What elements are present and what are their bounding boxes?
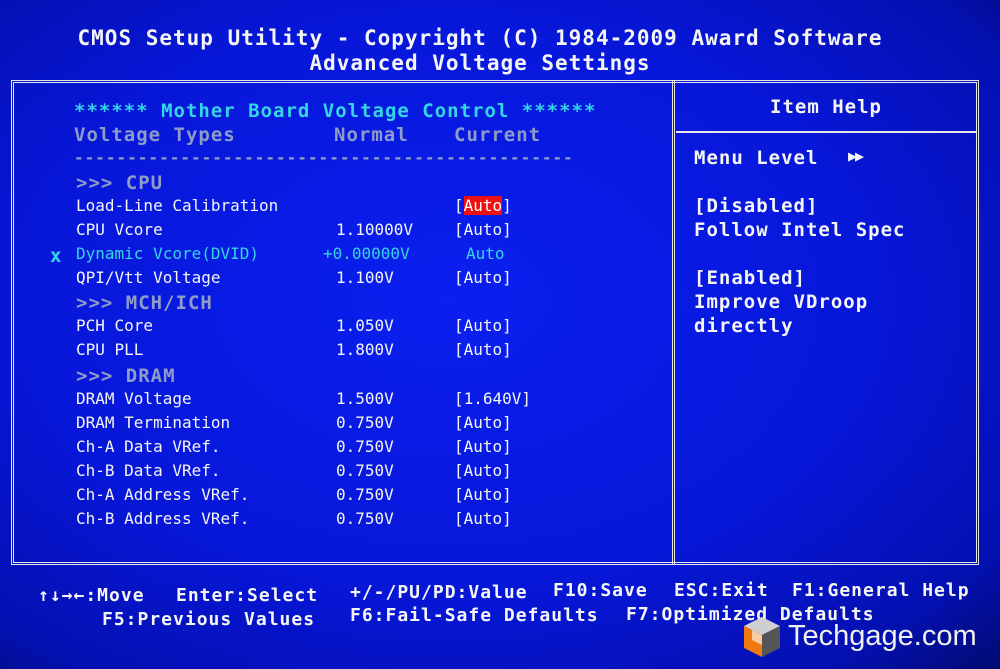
watermark-text: Techgage.com — [788, 620, 977, 652]
setting-value-selected[interactable]: [Auto] — [454, 196, 512, 215]
setting-row-dram-voltage[interactable]: DRAM Voltage 1.500V [1.640V] — [76, 389, 636, 413]
setting-label: DRAM Termination — [76, 413, 231, 432]
normal-value: 0.750V — [336, 413, 394, 432]
current-value[interactable]: [Auto] — [454, 316, 512, 335]
setting-row-cha-data-vref[interactable]: Ch-A Data VRef. 0.750V [Auto] — [76, 437, 636, 461]
setting-label: CPU Vcore — [76, 220, 163, 239]
normal-value: 0.750V — [336, 509, 394, 528]
help-enabled-desc: Improve VDroop — [694, 291, 869, 313]
help-enabled-desc-cont: directly — [694, 315, 794, 337]
setting-row-cpu-vcore[interactable]: CPU Vcore 1.10000V [Auto] — [76, 220, 636, 244]
hint-f5-previous: F5:Previous Values — [102, 609, 316, 630]
menu-level-label: Menu Level — [694, 147, 819, 169]
setting-label: Ch-A Address VRef. — [76, 485, 250, 504]
hint-esc-exit: ESC:Exit — [674, 580, 769, 601]
setting-row-chb-address-vref[interactable]: Ch-B Address VRef. 0.750V [Auto] — [76, 509, 636, 533]
column-voltage-types: Voltage Types — [74, 124, 236, 146]
panel-divider — [672, 80, 677, 565]
window-title: CMOS Setup Utility - Copyright (C) 1984-… — [77, 26, 883, 50]
current-value[interactable]: [Auto] — [454, 485, 512, 504]
current-value[interactable]: [Auto] — [454, 509, 512, 528]
group-mch-ich: >>> MCH/ICH — [76, 292, 213, 314]
setting-row-dram-termination[interactable]: DRAM Termination 0.750V [Auto] — [76, 413, 636, 437]
column-normal: Normal — [334, 124, 409, 146]
help-title: Item Help — [770, 96, 882, 118]
setting-label: Ch-B Data VRef. — [76, 461, 221, 480]
hint-f6-failsafe: F6:Fail-Safe Defaults — [350, 605, 599, 626]
current-value[interactable]: [Auto] — [454, 437, 512, 456]
column-separator: ----------------------------------------… — [74, 148, 574, 167]
help-disabled-desc: Follow Intel Spec — [694, 219, 906, 241]
normal-value: 0.750V — [336, 437, 394, 456]
help-separator — [676, 131, 976, 133]
setting-label: PCH Core — [76, 316, 154, 335]
setting-row-cpu-pll[interactable]: CPU PLL 1.800V [Auto] — [76, 340, 636, 364]
section-title: ****** Mother Board Voltage Control ****… — [74, 100, 597, 122]
hint-enter: Enter:Select — [176, 585, 319, 606]
hint-f10-save: F10:Save — [553, 580, 648, 601]
setting-row-pch-core[interactable]: PCH Core 1.050V [Auto] — [76, 316, 636, 340]
watermark-logo: Techgage.com — [742, 615, 992, 661]
current-value[interactable]: [1.640V] — [454, 389, 531, 408]
setting-label: CPU PLL — [76, 340, 144, 359]
setting-row-cha-address-vref[interactable]: Ch-A Address VRef. 0.750V [Auto] — [76, 485, 636, 509]
disabled-marker: x — [50, 245, 62, 267]
normal-value: 1.800V — [336, 340, 394, 359]
current-value: Auto — [466, 244, 505, 263]
hint-value: +/-/PU/PD:Value — [350, 582, 528, 603]
group-cpu: >>> CPU — [76, 172, 164, 194]
current-value[interactable]: [Auto] — [454, 413, 512, 432]
setting-label: QPI/Vtt Voltage — [76, 268, 221, 287]
hint-move: ↑↓→←:Move — [38, 585, 145, 606]
help-enabled: [Enabled] — [694, 267, 806, 289]
normal-value: 1.500V — [336, 389, 394, 408]
setting-label: Ch-B Address VRef. — [76, 509, 250, 528]
column-current: Current — [454, 124, 542, 146]
current-value[interactable]: [Auto] — [454, 340, 512, 359]
normal-value: 1.100V — [336, 268, 394, 287]
bios-screen: CMOS Setup Utility - Copyright (C) 1984-… — [0, 0, 1000, 669]
setting-label: Dynamic Vcore(DVID) — [76, 244, 260, 263]
hint-f1-help: F1:General Help — [792, 580, 970, 601]
setting-label: Load-Line Calibration — [76, 196, 279, 215]
normal-value: 1.050V — [336, 316, 394, 335]
current-value[interactable]: [Auto] — [454, 461, 512, 480]
setting-label: DRAM Voltage — [76, 389, 192, 408]
setting-row-load-line-calibration[interactable]: Load-Line Calibration [Auto] — [76, 196, 636, 220]
normal-value: 0.750V — [336, 461, 394, 480]
group-dram: >>> DRAM — [76, 365, 176, 387]
current-value[interactable]: [Auto] — [454, 268, 512, 287]
normal-value: 1.10000V — [336, 220, 414, 239]
setting-row-qpi-vtt-voltage[interactable]: QPI/Vtt Voltage 1.100V [Auto] — [76, 268, 636, 292]
setting-row-dynamic-vcore: Dynamic Vcore(DVID) +0.00000V Auto — [76, 244, 636, 268]
normal-value: 0.750V — [336, 485, 394, 504]
setting-label: Ch-A Data VRef. — [76, 437, 221, 456]
cube-logo-icon — [744, 617, 780, 657]
page-subtitle: Advanced Voltage Settings — [309, 51, 651, 75]
menu-level-arrow-icon: ▶▶ — [848, 147, 864, 165]
current-value[interactable]: [Auto] — [454, 220, 512, 239]
normal-value: +0.00000V — [323, 244, 410, 263]
setting-row-chb-data-vref[interactable]: Ch-B Data VRef. 0.750V [Auto] — [76, 461, 636, 485]
help-disabled: [Disabled] — [694, 195, 819, 217]
